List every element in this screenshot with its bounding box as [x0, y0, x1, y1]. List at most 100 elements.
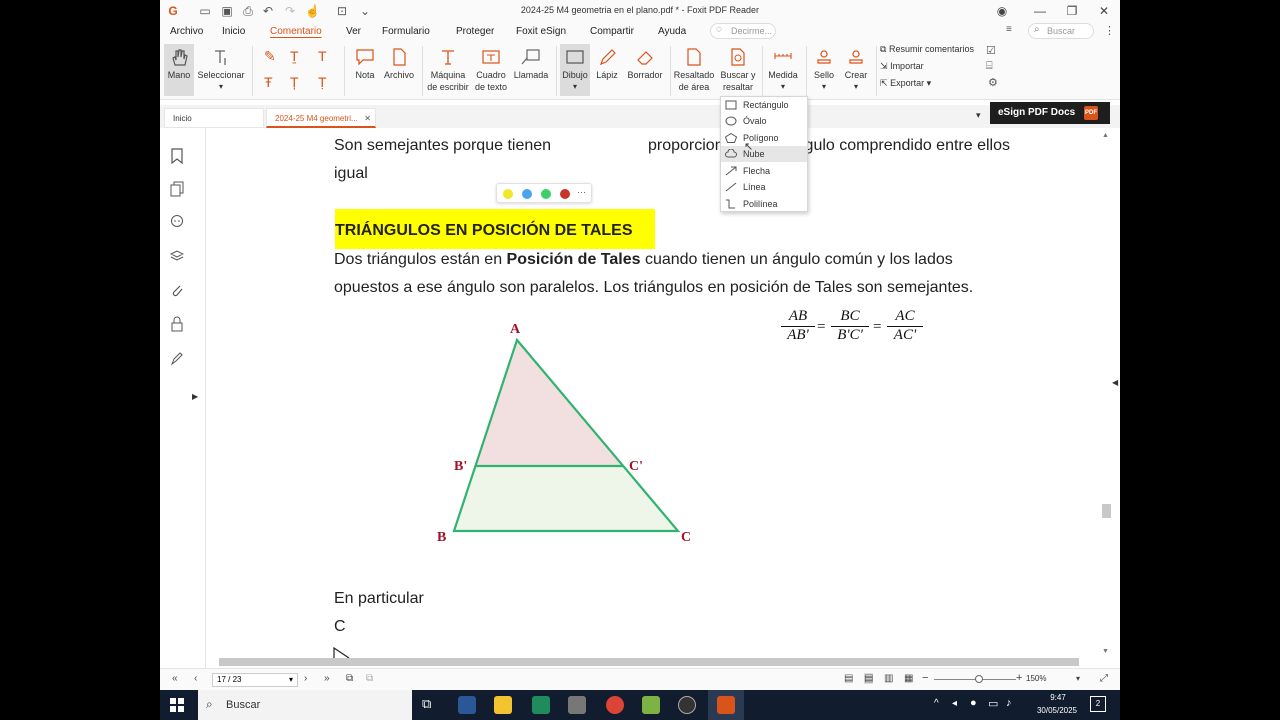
comment-list-icon[interactable]: ☑: [986, 44, 996, 57]
importar-button[interactable]: ⇲ Importar: [880, 61, 924, 72]
app-7-icon[interactable]: [678, 696, 696, 714]
menu-ayuda[interactable]: Ayuda: [658, 26, 686, 37]
fullscreen-icon[interactable]: ⤢: [1100, 673, 1108, 684]
esign-banner[interactable]: eSign PDF Docs PDF: [990, 102, 1110, 124]
taskbar-search[interactable]: Buscar: [198, 690, 412, 720]
search-options-icon[interactable]: ≡: [1006, 24, 1012, 35]
attachments-icon[interactable]: [170, 282, 184, 298]
lapiz-button[interactable]: Lápiz: [592, 44, 622, 96]
squiggly-text-icon[interactable]: Ṯ: [290, 48, 299, 64]
llamada-button[interactable]: Llamada: [512, 44, 550, 96]
scroll-thumb[interactable]: [1102, 504, 1111, 518]
sello-button[interactable]: Sello ▾: [810, 44, 838, 96]
clock-time[interactable]: 9:47: [1038, 693, 1078, 702]
settings-icon[interactable]: ⚙: [988, 76, 998, 89]
scroll-down-icon[interactable]: ▼: [1102, 648, 1109, 655]
task-view-icon[interactable]: ⧉: [422, 696, 431, 712]
right-panel-toggle-icon[interactable]: ◀: [1112, 378, 1118, 387]
windows-start-icon[interactable]: [170, 698, 184, 712]
dd-ovalo[interactable]: Óvalo: [721, 113, 807, 129]
maquina-escribir-button[interactable]: Máquina de escribir: [426, 44, 470, 96]
tabs-chevron-icon[interactable]: ▾: [976, 110, 981, 121]
pages-icon[interactable]: [170, 181, 184, 197]
speaker-icon[interactable]: ♪: [1006, 697, 1012, 709]
menu-comentario[interactable]: Comentario: [270, 26, 322, 37]
layers-icon[interactable]: [170, 248, 184, 264]
last-page-icon[interactable]: »: [324, 673, 330, 684]
dd-flecha[interactable]: Flecha: [721, 163, 807, 179]
calculator-icon[interactable]: [568, 696, 586, 714]
word-app-icon[interactable]: [458, 696, 476, 714]
bookmark-icon[interactable]: [170, 148, 184, 164]
menu-archivo[interactable]: Archivo: [170, 26, 203, 37]
highlight-icon[interactable]: ✎: [264, 48, 276, 65]
hscroll-thumb[interactable]: [219, 658, 1079, 666]
color-green-swatch[interactable]: [541, 189, 551, 199]
dd-poligono[interactable]: Polígono: [721, 130, 807, 146]
zoom-dropdown-icon[interactable]: ▾: [1076, 674, 1080, 683]
tab-document[interactable]: 2024-25 M4 geometri... ✕: [266, 108, 376, 128]
notifications-icon[interactable]: 2: [1090, 696, 1106, 712]
network-icon[interactable]: ▭: [988, 697, 998, 710]
minimize-button[interactable]: —: [1026, 2, 1054, 20]
crear-button[interactable]: Crear ▾: [840, 44, 872, 96]
dd-linea[interactable]: Línea: [721, 179, 807, 195]
menu-formulario[interactable]: Formulario: [382, 26, 430, 37]
tab-inicio[interactable]: Inicio: [164, 108, 264, 128]
previous-page-icon[interactable]: ‹: [194, 673, 197, 684]
tray-chevron-icon[interactable]: ^: [934, 698, 939, 709]
color-yellow-swatch[interactable]: [503, 189, 513, 199]
paste-page-icon[interactable]: ⧉: [366, 673, 373, 684]
menu-foxit-esign[interactable]: Foxit eSign: [516, 26, 566, 37]
microphone-icon[interactable]: ●: [970, 697, 977, 709]
app-6-icon[interactable]: [642, 696, 660, 714]
dibujo-button[interactable]: Dibujo ▾: [560, 44, 590, 96]
resumir-comentarios-button[interactable]: ⧉ Resumir comentarios: [880, 44, 974, 55]
vertical-scrollbar[interactable]: ▲ ▼: [1100, 128, 1114, 660]
close-tab-icon[interactable]: ✕: [364, 109, 371, 129]
dd-polilinea[interactable]: Polilínea: [721, 196, 807, 212]
continuous-facing-view-icon[interactable]: ▦: [904, 673, 913, 684]
dd-rectangulo[interactable]: Rectángulo: [721, 97, 807, 113]
first-page-icon[interactable]: «: [172, 673, 178, 684]
insert-text-icon[interactable]: Ṭ: [318, 74, 327, 90]
exportar-button[interactable]: ⇱ Exportar ▾: [880, 78, 931, 89]
facing-view-icon[interactable]: ▥: [884, 673, 893, 684]
signature-pen-icon[interactable]: [170, 350, 184, 366]
mano-button[interactable]: Mano: [164, 44, 194, 96]
account-icon[interactable]: ◉: [988, 2, 1016, 20]
nota-button[interactable]: Nota: [350, 44, 380, 96]
dd-nube[interactable]: Nube: [721, 146, 807, 162]
menu-compartir[interactable]: Compartir: [590, 26, 634, 37]
app-3-icon[interactable]: [532, 696, 550, 714]
zoom-in-icon[interactable]: +: [1016, 672, 1022, 684]
borrador-button[interactable]: Borrador: [624, 44, 666, 96]
archivo-button[interactable]: Archivo: [382, 44, 416, 96]
restore-button[interactable]: ❐: [1058, 2, 1086, 20]
color-blue-swatch[interactable]: [522, 189, 532, 199]
menu-proteger[interactable]: Proteger: [456, 26, 494, 37]
clock-date[interactable]: 30/05/2025: [1032, 706, 1082, 715]
copy-page-icon[interactable]: ⧉: [346, 673, 353, 684]
close-button[interactable]: ✕: [1090, 2, 1118, 20]
volume-icon[interactable]: ◂: [952, 698, 957, 709]
more-icon[interactable]: ⋮: [1104, 24, 1115, 37]
underline-text-icon[interactable]: T: [318, 48, 327, 64]
resaltado-area-button[interactable]: Resaltado de área: [672, 44, 716, 96]
comment-filter-icon[interactable]: ⌸: [986, 60, 993, 73]
horizontal-scrollbar[interactable]: [207, 656, 1100, 668]
security-lock-icon[interactable]: [170, 316, 184, 332]
zoom-out-icon[interactable]: −: [922, 672, 928, 684]
file-explorer-icon[interactable]: [494, 696, 512, 714]
strikeout-text-icon[interactable]: Ŧ: [264, 74, 273, 90]
seleccionar-button[interactable]: Seleccionar ▾: [196, 44, 246, 96]
comments-icon[interactable]: [170, 214, 184, 230]
next-page-icon[interactable]: ›: [304, 673, 307, 684]
zoom-slider-handle[interactable]: [975, 675, 983, 683]
zoom-level[interactable]: 150%: [1026, 674, 1046, 683]
cuadro-texto-button[interactable]: Cuadro de texto: [472, 44, 510, 96]
single-page-view-icon[interactable]: ▤: [844, 673, 853, 684]
color-red-swatch[interactable]: [560, 189, 570, 199]
continuous-view-icon[interactable]: ▤: [864, 673, 874, 684]
menu-inicio[interactable]: Inicio: [222, 26, 245, 37]
